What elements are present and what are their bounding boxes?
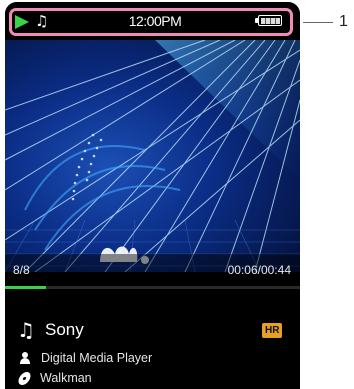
clock: 12:00PM [128,13,182,29]
person-icon [19,352,31,364]
callout-leader-line [303,22,333,23]
hires-badge: HR [262,323,283,338]
album-art-image [5,40,300,272]
track-title: Sony [45,320,84,339]
album-name: Walkman [40,371,92,385]
album-disc-icon [16,371,33,385]
battery-icon [255,15,282,26]
player-screen: ♫ 12:00PM 8/8 00:06/00:44 ♫ Sony HR Digi… [5,2,300,389]
album-row: Walkman [16,369,92,387]
music-note-icon: ♫ [35,12,49,30]
album-art[interactable] [5,40,300,272]
artist-row: Digital Media Player [19,349,152,367]
elapsed-time: 00:06/00:44 [227,263,291,277]
status-bar: ♫ 12:00PM [5,2,300,40]
music-note-icon: ♫ [17,318,35,342]
callout-number: 1 [339,13,348,30]
track-position: 8/8 [13,263,30,277]
title-row: ♫ Sony [17,318,84,342]
artist-name: Digital Media Player [41,351,153,365]
track-info-panel: ♫ Sony HR Digital Media Player Walkman [5,289,300,389]
play-icon [15,15,29,29]
